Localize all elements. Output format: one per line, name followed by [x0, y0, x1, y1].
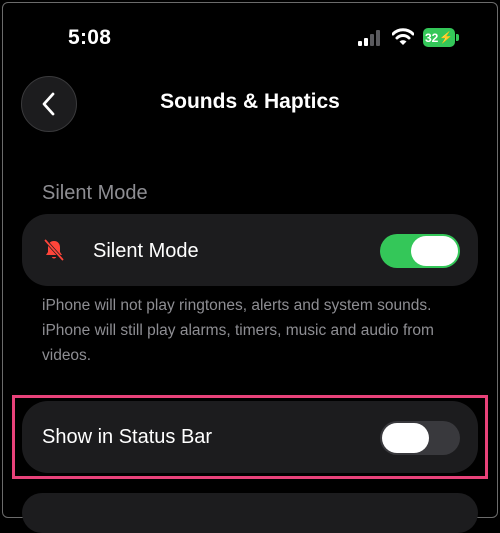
toggle-knob [411, 236, 458, 266]
charging-bolt-icon: ⚡ [439, 32, 454, 44]
section-header-silent-mode: Silent Mode [42, 182, 148, 204]
page-title: Sounds & Haptics [160, 90, 340, 113]
bell-slash-icon [44, 239, 64, 261]
wifi-icon [392, 28, 414, 45]
silent-mode-toggle[interactable] [380, 234, 460, 268]
status-time: 5:08 [68, 26, 112, 49]
battery-icon: 32 ⚡ [423, 28, 455, 47]
silent-mode-row: Silent Mode [22, 214, 478, 286]
next-group-edge [22, 493, 478, 533]
silent-mode-label: Silent Mode [93, 240, 199, 262]
cellular-signal-icon [358, 30, 380, 46]
highlight-box [12, 395, 488, 479]
battery-level: 32 [424, 30, 439, 45]
battery-tip [456, 34, 459, 41]
silent-mode-description: iPhone will not play ringtones, alerts a… [42, 297, 434, 364]
